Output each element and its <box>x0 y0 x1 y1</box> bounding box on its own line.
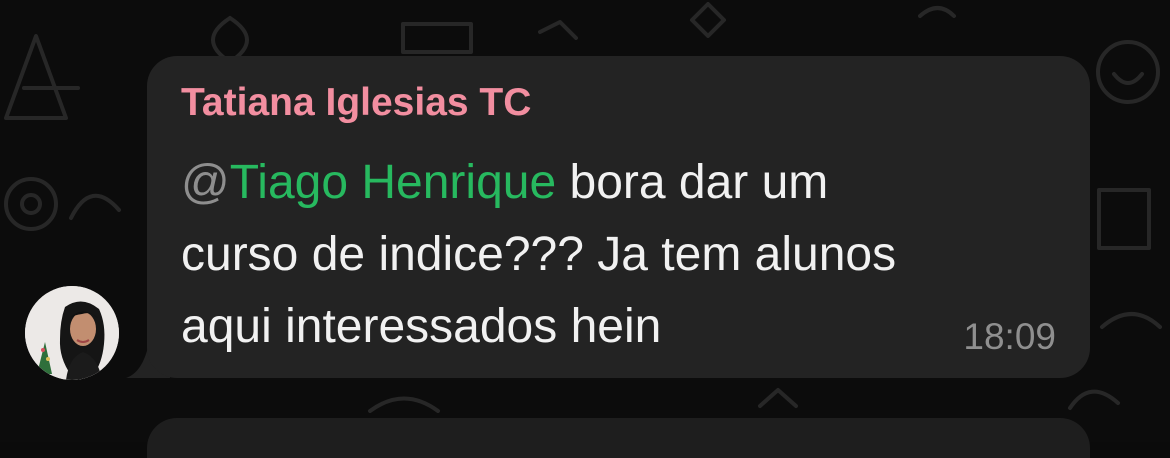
mention-at-symbol: @ <box>181 156 230 209</box>
next-message-bubble-partial[interactable] <box>147 418 1090 458</box>
sender-avatar[interactable] <box>25 286 119 380</box>
message-timestamp: 18:09 <box>963 316 1056 357</box>
person-avatar-icon <box>25 286 119 380</box>
incoming-message-row: Tatiana Iglesias TC @Tiago Henrique bora… <box>0 0 1170 458</box>
mention-user-link[interactable]: Tiago Henrique <box>230 156 556 209</box>
message-text: @Tiago Henrique bora dar um curso de ind… <box>181 147 1041 363</box>
sender-name[interactable]: Tatiana Iglesias TC <box>181 80 531 126</box>
